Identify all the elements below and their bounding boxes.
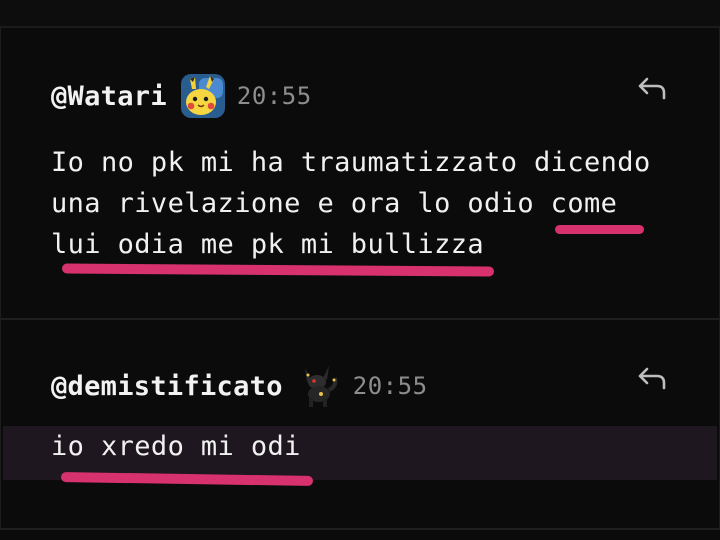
pikachu-avatar-icon[interactable] [180,74,225,118]
message-line: Io no pk mi ha traumatizzato dicendo [51,147,651,178]
message-line: una rivelazione e ora lo odio come [51,188,618,219]
message-body: Io no pk mi ha traumatizzato dicendo una … [51,142,651,265]
author-name[interactable]: @demistificato [51,371,283,402]
previous-message-edge [0,0,720,28]
author-name[interactable]: @Watari [51,81,167,112]
reply-arrow-icon[interactable] [637,76,667,102]
message-line: io xredo mi odi [51,431,301,462]
chat-message: @demistificato 20:55 io xredo mi odi [0,320,720,530]
chat-message: @Watari 20:55 Io no pk mi ha traumatizza… [0,28,720,320]
message-timestamp: 20:55 [352,372,428,400]
message-body: io xredo mi odi [51,432,301,462]
annotation-underline [555,225,644,234]
chat-screen: @Watari 20:55 Io no pk mi ha traumatizza… [0,0,720,540]
umbreon-avatar-icon[interactable] [297,364,341,408]
message-timestamp: 20:55 [236,82,312,110]
message-header: @Watari 20:55 [51,74,312,118]
message-header: @demistificato 20:55 [51,364,428,408]
reply-arrow-icon[interactable] [637,366,667,392]
